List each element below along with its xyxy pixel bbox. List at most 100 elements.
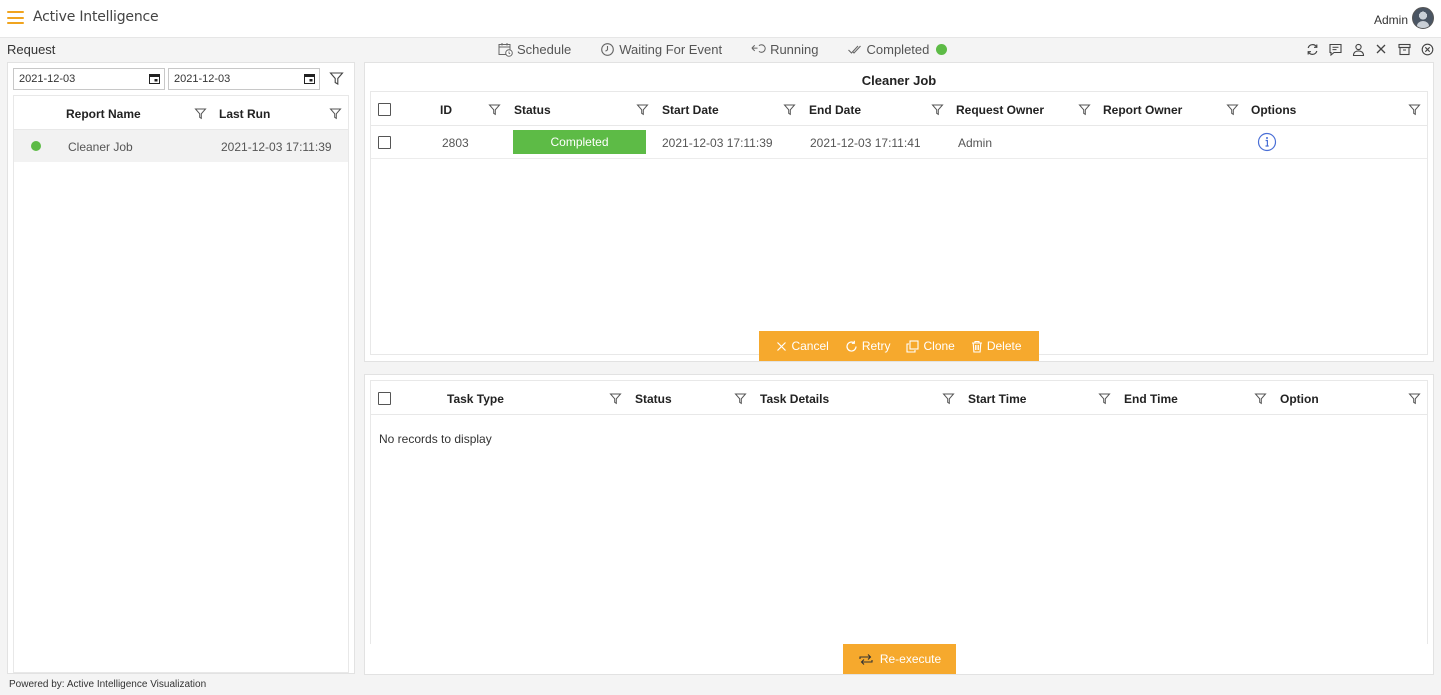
filter-icon[interactable] — [329, 107, 342, 123]
job-grid-header: ID Status Start Date End Date Request Ow… — [371, 92, 1427, 126]
clone-icon — [906, 339, 920, 353]
message-icon[interactable] — [1327, 41, 1343, 57]
column-header-end-time[interactable]: End Time — [1124, 392, 1178, 406]
user-icon[interactable] — [1350, 41, 1366, 57]
column-header-option[interactable]: Option — [1280, 392, 1319, 406]
tab-completed[interactable]: Completed — [847, 41, 948, 57]
filter-icon[interactable] — [942, 392, 956, 406]
close-icon[interactable] — [1373, 41, 1389, 57]
check-icon — [847, 41, 863, 57]
top-bar: Active Intelligence Admin — [0, 0, 1441, 38]
job-action-bar: Cancel Retry Clone Delete — [759, 331, 1039, 361]
status-tabs: Schedule Waiting For Event Running Compl… — [497, 41, 975, 57]
report-name: Cleaner Job — [68, 140, 133, 154]
cell-start-date: 2021-12-03 17:11:39 — [662, 136, 773, 150]
cell-request-owner: Admin — [958, 136, 993, 150]
filter-icon[interactable] — [1226, 103, 1240, 117]
filter-icon[interactable] — [329, 71, 345, 87]
job-grid: ID Status Start Date End Date Request Ow… — [370, 91, 1428, 355]
filter-icon[interactable] — [609, 392, 623, 406]
cancel-button[interactable]: Cancel — [776, 339, 829, 353]
request-list-header: Report Name Last Run — [14, 96, 348, 130]
timer-icon — [599, 41, 615, 57]
filter-icon[interactable] — [1408, 392, 1422, 406]
clone-button-label: Clone — [923, 339, 955, 353]
tab-schedule-label: Schedule — [517, 41, 572, 57]
column-header-start-time[interactable]: Start Time — [968, 392, 1026, 406]
tab-waiting-for-event[interactable]: Waiting For Event — [599, 41, 722, 57]
calendar-clock-icon — [497, 41, 513, 57]
tab-running-label: Running — [770, 41, 819, 57]
page-title: Request — [7, 42, 56, 57]
column-header-last-run[interactable]: Last Run — [219, 107, 270, 121]
list-item[interactable]: Cleaner Job 2021-12-03 17:11:39 — [14, 130, 348, 162]
info-icon[interactable] — [1257, 132, 1277, 152]
filter-icon[interactable] — [1254, 392, 1268, 406]
completed-status-dot — [936, 43, 948, 55]
from-date-value: 2021-12-03 — [19, 73, 76, 85]
select-all-checkbox[interactable] — [378, 392, 391, 405]
to-date-input[interactable]: 2021-12-03 — [168, 68, 320, 90]
column-header-status[interactable]: Status — [514, 103, 551, 117]
request-list-grid: Report Name Last Run Cleaner Job 2021-12… — [13, 95, 349, 673]
task-grid-header: Task Type Status Task Details Start Time… — [371, 381, 1427, 415]
column-header-start-date[interactable]: Start Date — [662, 103, 719, 117]
select-all-checkbox[interactable] — [378, 103, 391, 116]
cancel-circle-icon[interactable] — [1419, 41, 1435, 57]
retry-button-label: Retry — [861, 339, 891, 353]
refresh-icon[interactable] — [1304, 41, 1320, 57]
status-dot — [31, 141, 41, 151]
retry-button[interactable]: Retry — [845, 339, 891, 353]
re-execute-label: Re-execute — [879, 652, 942, 666]
filter-icon[interactable] — [488, 103, 502, 117]
to-date-value: 2021-12-03 — [174, 73, 231, 85]
trash-icon — [971, 340, 982, 353]
cancel-button-label: Cancel — [791, 339, 829, 353]
filter-icon[interactable] — [194, 107, 207, 123]
footer: Powered by: Active Intelligence Visualiz… — [9, 679, 207, 690]
calendar-icon[interactable] — [304, 73, 315, 84]
column-header-id[interactable]: ID — [440, 103, 452, 117]
running-icon — [750, 41, 766, 57]
filter-icon[interactable] — [636, 103, 650, 117]
filter-icon[interactable] — [931, 103, 945, 117]
task-grid: Task Type Status Task Details Start Time… — [370, 380, 1428, 644]
filter-icon[interactable] — [734, 392, 748, 406]
row-checkbox[interactable] — [378, 136, 391, 149]
sub-bar: Request Schedule Waiting For Event Runni… — [0, 38, 1441, 61]
cell-id: 2803 — [442, 136, 469, 150]
filter-icon[interactable] — [783, 103, 797, 117]
task-panel: Task Type Status Task Details Start Time… — [364, 374, 1434, 675]
column-header-task-type[interactable]: Task Type — [447, 392, 504, 406]
column-header-options[interactable]: Options — [1251, 103, 1296, 117]
tab-schedule[interactable]: Schedule — [497, 41, 571, 57]
retry-icon — [846, 340, 857, 352]
repeat-icon — [859, 653, 873, 665]
tab-waiting-label: Waiting For Event — [619, 41, 723, 57]
filter-icon[interactable] — [1408, 103, 1422, 117]
tab-running[interactable]: Running — [750, 41, 819, 57]
empty-state-text: No records to display — [379, 432, 492, 446]
column-header-report-name[interactable]: Report Name — [66, 107, 141, 121]
user-name[interactable]: Admin — [1374, 13, 1408, 27]
table-row[interactable]: 2803 Completed 2021-12-03 17:11:39 2021-… — [371, 126, 1427, 159]
tab-completed-label: Completed — [866, 41, 930, 57]
column-header-status[interactable]: Status — [635, 392, 672, 406]
delete-button[interactable]: Delete — [971, 339, 1022, 353]
column-header-task-details[interactable]: Task Details — [760, 392, 829, 406]
avatar[interactable] — [1412, 7, 1434, 29]
column-header-report-owner[interactable]: Report Owner — [1103, 103, 1182, 117]
column-header-request-owner[interactable]: Request Owner — [956, 103, 1044, 117]
toolbar — [1297, 41, 1435, 57]
close-icon — [777, 341, 787, 351]
column-header-end-date[interactable]: End Date — [809, 103, 861, 117]
re-execute-button[interactable]: Re-execute — [843, 644, 956, 674]
job-panel: Cleaner Job ID Status Start Date End Dat… — [364, 62, 1434, 362]
calendar-icon[interactable] — [149, 73, 160, 84]
filter-icon[interactable] — [1078, 103, 1092, 117]
filter-icon[interactable] — [1098, 392, 1112, 406]
clone-button[interactable]: Clone — [906, 339, 955, 353]
archive-icon[interactable] — [1396, 41, 1412, 57]
from-date-input[interactable]: 2021-12-03 — [13, 68, 165, 90]
hamburger-menu-icon[interactable] — [7, 11, 24, 24]
